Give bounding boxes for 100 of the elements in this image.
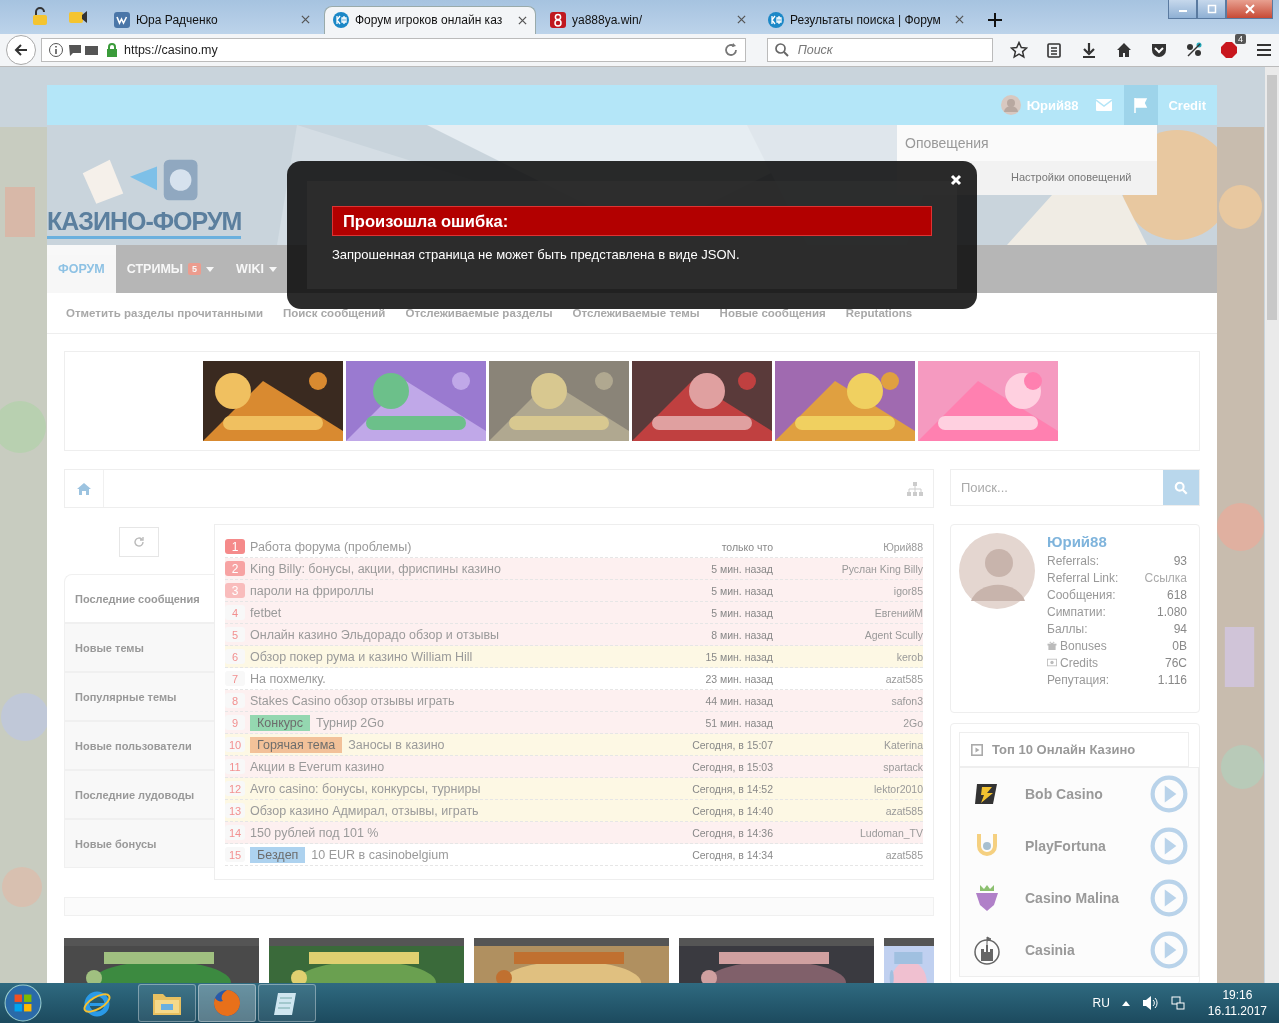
topic-row[interactable]: 9 Конкурс Турнир 2Go 51 мин. назад 2Go bbox=[225, 712, 923, 735]
topic-author[interactable]: igor85 bbox=[773, 584, 923, 597]
topic-author[interactable]: azat585 bbox=[773, 672, 923, 685]
topic-author[interactable]: Юрий88 bbox=[773, 540, 923, 553]
browser-tab[interactable]: Форум игроков онлайн каз bbox=[324, 5, 536, 34]
topic-author[interactable]: azat585 bbox=[773, 804, 923, 817]
up-arrow-icon[interactable] bbox=[1121, 1000, 1130, 1007]
topic-row[interactable]: 3 пароли на фрироллы 5 мин. назад igor85 bbox=[225, 580, 923, 603]
topic-title[interactable]: Stakes Casino обзор отзывы играть bbox=[250, 693, 455, 708]
topic-title[interactable]: King Billy: бонусы, акции, фриспины казино bbox=[250, 561, 501, 576]
topic-author[interactable]: azat585 bbox=[773, 848, 923, 861]
browser-tab[interactable]: ya888ya.win/ bbox=[542, 5, 754, 34]
topic-row[interactable]: 6 Обзор покер рума и казино William Hill 15 мин. назад kerob bbox=[225, 646, 923, 669]
close-icon[interactable] bbox=[518, 15, 527, 25]
notification-link[interactable]: Настройки оповещений bbox=[1011, 171, 1132, 184]
site-logo[interactable]: КАЗИНО-ФОРУМ bbox=[47, 207, 242, 240]
topic-title[interactable]: Обзор покер рума и казино William Hill bbox=[250, 649, 473, 664]
taskbar-button[interactable] bbox=[138, 984, 196, 1023]
topic-author[interactable]: safon3 bbox=[773, 694, 923, 707]
taskbar-button[interactable] bbox=[198, 984, 256, 1023]
clipboard-icon[interactable] bbox=[1045, 41, 1063, 60]
topic-row[interactable]: 13 Обзор казино Адмирал, отзывы, играть Сегодня, в 14:40 azat585 bbox=[225, 800, 923, 823]
topic-author[interactable]: spartack bbox=[773, 760, 923, 773]
close-button[interactable] bbox=[1226, 0, 1273, 19]
home-icon[interactable] bbox=[1115, 41, 1133, 60]
topic-row[interactable]: 12 Avro casino: бонусы, конкурсы, турниры Сегодня, в 14:52 lektor2010 bbox=[225, 778, 923, 801]
topic-title[interactable]: Заносы в казино bbox=[348, 737, 445, 752]
topic-title[interactable]: 150 рублей под 101 % bbox=[250, 825, 379, 840]
topic-row[interactable]: 1 Работа форума (проблемы) только что Юрий88 bbox=[225, 536, 923, 559]
adblock-icon[interactable] bbox=[1220, 41, 1238, 60]
topic-row[interactable]: 2 King Billy: бонусы, акции, фриспины казино 5 мин. назад Руслан King Billy bbox=[225, 558, 923, 581]
nav-tab[interactable]: WIKI bbox=[225, 245, 288, 294]
subnav-link[interactable]: Поиск сообщений bbox=[283, 307, 386, 320]
topic-row[interactable]: 15 Бездеп 10 EUR в casinobelgium Сегодня, в 14:34 azat585 bbox=[225, 844, 923, 867]
topic-title[interactable]: Онлайн казино Эльдорадо обзор и отзывы bbox=[250, 627, 500, 642]
topic-author[interactable]: Katerina bbox=[773, 738, 923, 751]
padlock-icon[interactable] bbox=[30, 6, 50, 27]
topic-row[interactable]: 14 150 рублей под 101 % Сегодня, в 14:36 Ludoman_TV bbox=[225, 822, 923, 845]
download-icon[interactable] bbox=[1080, 41, 1098, 60]
address-field[interactable]: https://casino.my bbox=[124, 43, 719, 58]
topic-row[interactable]: 7 На похмелку. 23 мин. назад azat585 bbox=[225, 668, 923, 691]
address-bar[interactable]: https://casino.my bbox=[41, 38, 746, 63]
topic-title[interactable]: Обзор казино Адмирал, отзывы, играть bbox=[250, 803, 479, 818]
topic-row[interactable]: 8 Stakes Casino обзор отзывы играть 44 мин. назад safon3 bbox=[225, 690, 923, 713]
taskbar-button[interactable] bbox=[258, 984, 316, 1023]
topic-author[interactable]: Ludoman_TV bbox=[773, 826, 923, 839]
topic-author[interactable]: ЕвгенийМ bbox=[773, 606, 923, 619]
subnav-link[interactable]: Новые сообщения bbox=[719, 307, 826, 320]
forum-search-field[interactable]: Поиск... bbox=[950, 469, 1200, 507]
new-tab-icon[interactable] bbox=[988, 12, 1002, 27]
casino-name[interactable]: Bob Casino bbox=[1025, 786, 1150, 803]
topic-title[interactable]: fetbet bbox=[250, 605, 282, 620]
casino-name[interactable]: Casinia bbox=[1025, 942, 1150, 959]
browser-tab[interactable]: Результаты поиска | Форум bbox=[760, 5, 972, 34]
reload-icon[interactable] bbox=[722, 42, 739, 59]
topic-title[interactable]: Турнир 2Go bbox=[316, 715, 384, 730]
topic-title[interactable]: На похмелку. bbox=[250, 671, 326, 686]
language-indicator[interactable]: RU bbox=[1092, 996, 1110, 1011]
topic-title[interactable]: Работа форума (проблемы) bbox=[250, 539, 412, 554]
maximize-button[interactable] bbox=[1197, 0, 1226, 19]
speaker-icon[interactable] bbox=[1141, 995, 1158, 1012]
pocket-icon[interactable] bbox=[1150, 41, 1168, 60]
topic-author[interactable]: Руслан King Billy bbox=[773, 562, 923, 575]
subnav-link[interactable]: Отслеживаемые темы bbox=[572, 307, 700, 320]
start-button[interactable] bbox=[4, 984, 42, 1023]
lock-icon[interactable] bbox=[104, 42, 120, 59]
feed-tab[interactable]: Последние сообщения bbox=[64, 574, 214, 624]
info-icon[interactable] bbox=[48, 42, 64, 59]
network-icon[interactable] bbox=[1169, 995, 1186, 1012]
topic-author[interactable]: 2Go bbox=[773, 716, 923, 729]
casino-name[interactable]: PlayFortuna bbox=[1025, 838, 1150, 855]
feed-tab[interactable]: Последние лудоводы bbox=[64, 770, 214, 820]
topic-author[interactable]: Agent Scully bbox=[773, 628, 923, 641]
star-icon[interactable] bbox=[1010, 41, 1028, 60]
topic-author[interactable]: kerob bbox=[773, 650, 923, 663]
browser-tab[interactable]: Юра Радченко bbox=[106, 5, 318, 34]
topic-row[interactable]: 10 Горячая тема Заносы в казино Сегодня, в 15:07 Katerina bbox=[225, 734, 923, 757]
topic-row[interactable]: 4 fetbet 5 мин. назад ЕвгенийМ bbox=[225, 602, 923, 625]
username-link[interactable]: Юрий88 bbox=[1047, 533, 1187, 551]
feed-tab[interactable]: Новые пользователи bbox=[64, 721, 214, 771]
feed-tab[interactable]: Новые бонусы bbox=[64, 819, 214, 869]
topic-title[interactable]: пароли на фрироллы bbox=[250, 583, 374, 598]
back-button[interactable] bbox=[6, 35, 36, 66]
topic-title[interactable]: Акции в Everum казино bbox=[250, 759, 385, 774]
casino-name[interactable]: Casino Malina bbox=[1025, 890, 1150, 907]
feed-tab[interactable]: Новые темы bbox=[64, 623, 214, 673]
topic-title[interactable]: 10 EUR в casinobelgium bbox=[311, 847, 449, 862]
subnav-link[interactable]: Reputations bbox=[845, 307, 913, 320]
feed-tab[interactable]: Популярные темы bbox=[64, 672, 214, 722]
topic-title[interactable]: Avro casino: бонусы, конкурсы, турниры bbox=[250, 781, 481, 796]
topic-row[interactable]: 11 Акции в Everum казино Сегодня, в 15:03 spartack bbox=[225, 756, 923, 779]
scrollbar[interactable] bbox=[1265, 67, 1279, 984]
nav-tab[interactable]: ФОРУМ bbox=[47, 245, 116, 294]
subnav-link[interactable]: Отслеживаемые разделы bbox=[405, 307, 553, 320]
search-field[interactable]: Поиск bbox=[766, 38, 993, 63]
clock[interactable]: 19:16 16.11.2017 bbox=[1207, 987, 1267, 1020]
search-input[interactable]: Поиск bbox=[795, 42, 980, 59]
topic-row[interactable]: 5 Онлайн казино Эльдорадо обзор и отзывы 8 мин. назад Agent Scully bbox=[225, 624, 923, 647]
nav-tab[interactable]: СТРИМЫ 5 bbox=[115, 245, 226, 294]
topic-author[interactable]: lektor2010 bbox=[773, 782, 923, 795]
